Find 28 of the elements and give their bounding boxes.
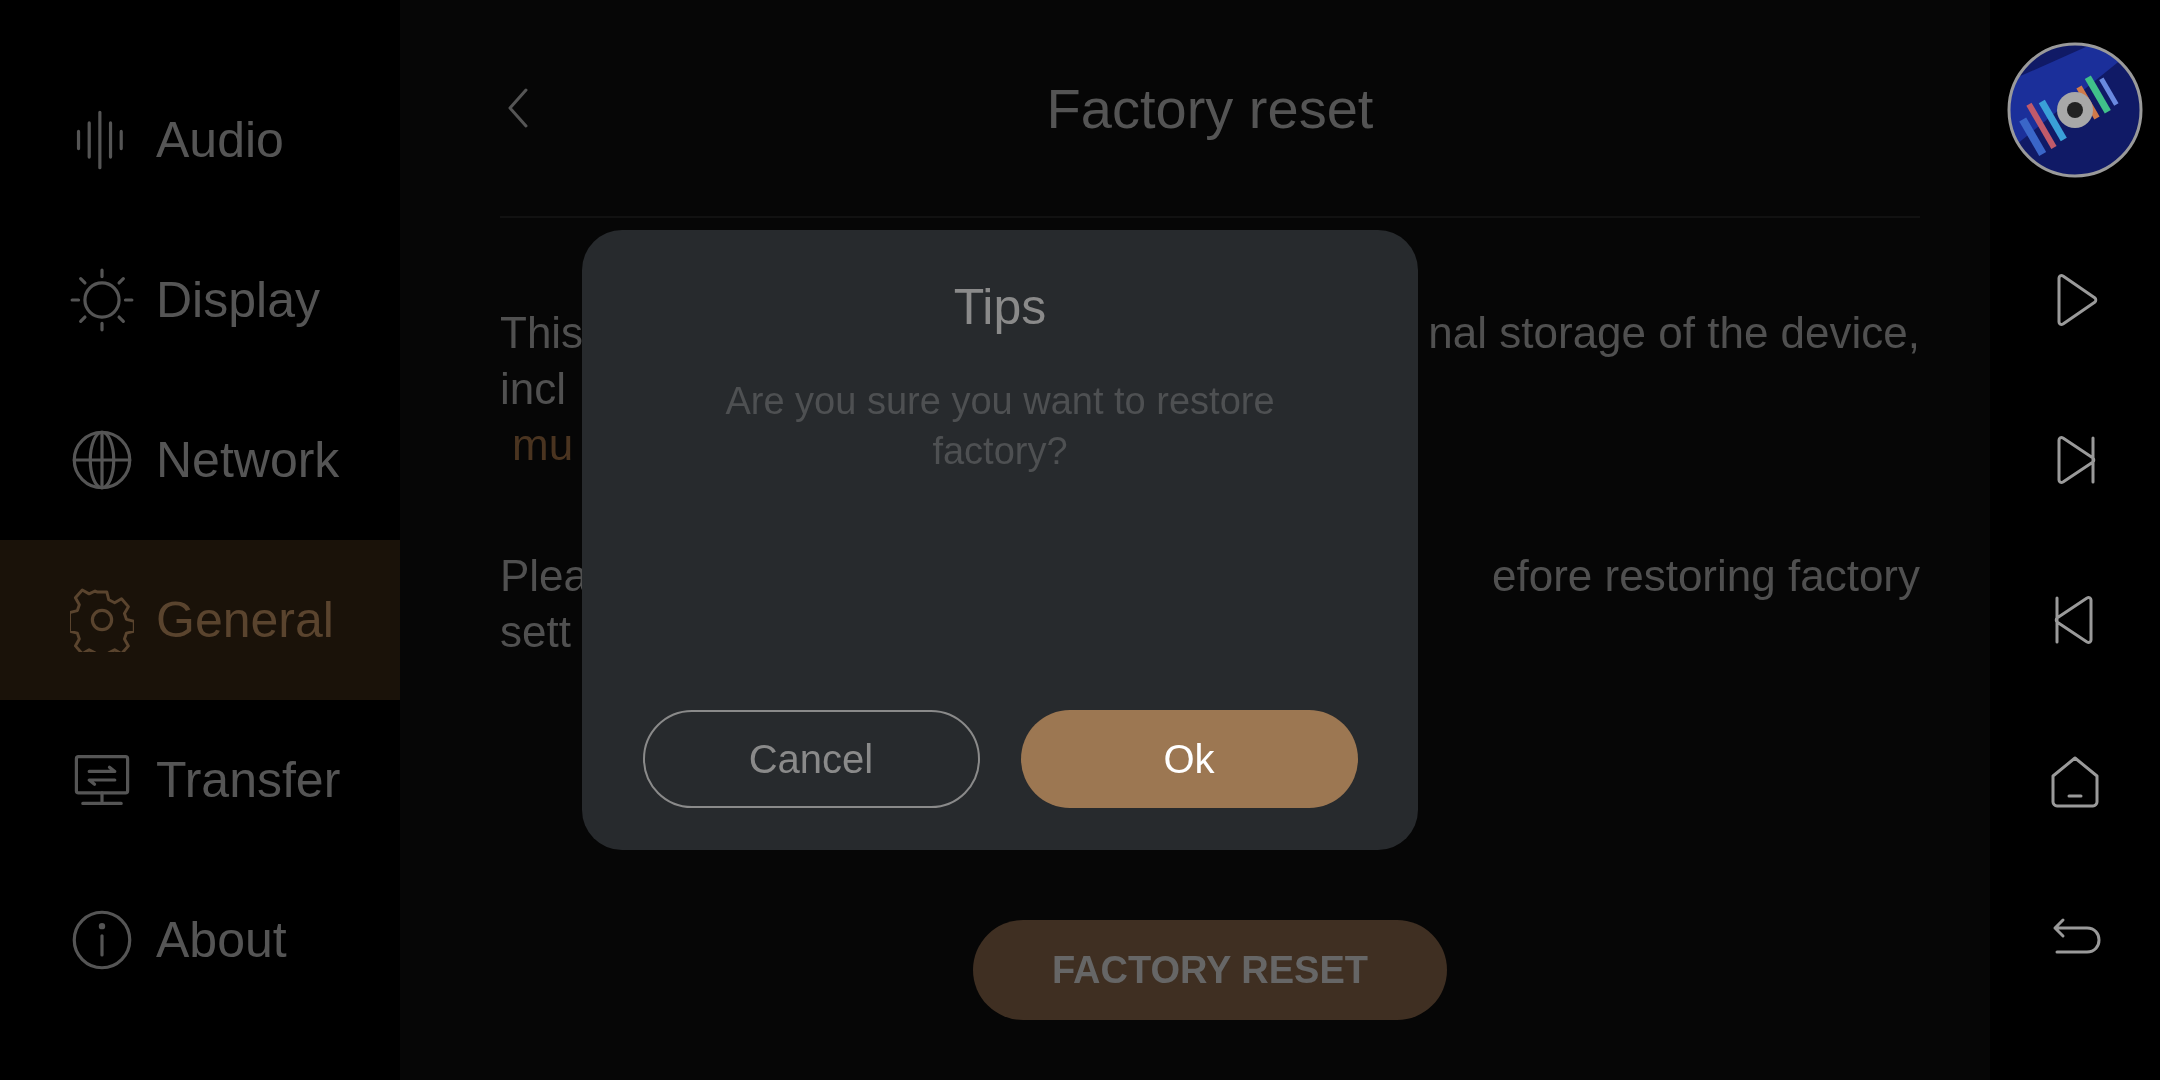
sidebar-item[interactable]: Audio xyxy=(0,60,400,220)
sidebar-item[interactable]: General xyxy=(0,540,400,700)
chevron-left-icon xyxy=(506,86,530,130)
globe-icon xyxy=(70,428,134,492)
sidebar-label: About xyxy=(156,911,287,969)
sidebar-label: Network xyxy=(156,431,340,489)
sidebar-item[interactable]: About xyxy=(0,860,400,1020)
highlighted-text: mu xyxy=(511,420,574,470)
cancel-button[interactable]: Cancel xyxy=(642,710,980,808)
body-text: incl xyxy=(500,364,567,414)
body-text: nal storage of the device, xyxy=(1428,308,1920,358)
page-title: Factory reset xyxy=(1046,75,1374,141)
sidebar-item[interactable]: Transfer xyxy=(0,700,400,860)
body-text: sett xyxy=(500,607,571,657)
sidebar-label: Display xyxy=(156,271,320,329)
sidebar-item[interactable]: Network xyxy=(0,380,400,540)
body-text: This xyxy=(500,308,584,358)
info-icon xyxy=(70,908,134,972)
factory-reset-button[interactable]: FACTORY RESET xyxy=(973,920,1447,1020)
confirm-button[interactable]: Ok xyxy=(1020,710,1358,808)
gear-icon xyxy=(70,588,134,652)
dialog-title: Tips xyxy=(953,278,1047,336)
sidebar-label: Audio xyxy=(156,111,284,169)
sidebar-item[interactable]: Display xyxy=(0,220,400,380)
sidebar-label: General xyxy=(156,591,334,649)
sun-icon xyxy=(70,268,134,332)
sidebar-label: Transfer xyxy=(156,751,341,809)
body-text: efore restoring factory xyxy=(1492,551,1920,601)
